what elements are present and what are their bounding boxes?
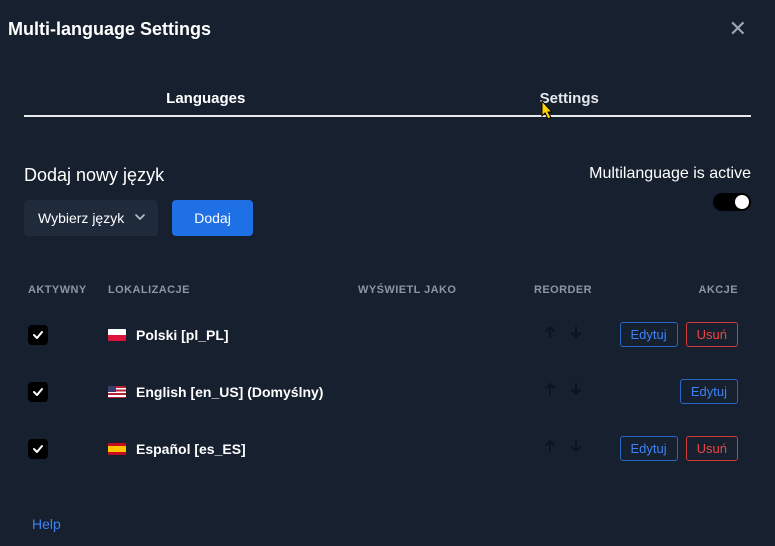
multilanguage-toggle[interactable] (713, 193, 751, 211)
toggle-knob (735, 195, 749, 209)
table-row: Español [es_ES] Edytuj Usuń (28, 420, 747, 477)
locale-label: Polski [pl_PL] (136, 327, 229, 343)
add-button[interactable]: Dodaj (172, 200, 253, 236)
active-checkbox[interactable] (28, 325, 48, 345)
move-down-button[interactable] (567, 380, 585, 403)
arrow-down-icon (569, 382, 583, 396)
move-up-button[interactable] (541, 380, 559, 403)
page-title: Multi-language Settings (8, 19, 211, 40)
close-button[interactable]: ✕ (725, 18, 751, 40)
edit-button[interactable]: Edytuj (620, 322, 678, 347)
arrow-up-icon (543, 325, 557, 339)
locale-label: Español [es_ES] (136, 441, 246, 457)
edit-button[interactable]: Edytuj (680, 379, 738, 404)
col-active: AKTYWNY (28, 284, 108, 296)
locale-label: English [en_US] (Domyślny) (136, 384, 323, 400)
delete-button[interactable]: Usuń (686, 436, 738, 461)
arrow-down-icon (569, 325, 583, 339)
check-icon (32, 443, 44, 455)
table-row: Polski [pl_PL] Edytuj Usuń (28, 306, 747, 363)
arrow-down-icon (569, 439, 583, 453)
language-select[interactable]: Wybierz język (24, 200, 158, 236)
tab-settings[interactable]: Settings (388, 80, 752, 115)
languages-table: AKTYWNY LOKALIZACJE WYŚWIETL JAKO REORDE… (28, 284, 747, 477)
move-up-button[interactable] (541, 323, 559, 346)
status-section: Multilanguage is active (589, 165, 751, 211)
active-checkbox[interactable] (28, 382, 48, 402)
check-icon (32, 386, 44, 398)
move-down-button[interactable] (567, 437, 585, 460)
move-down-button[interactable] (567, 323, 585, 346)
status-label: Multilanguage is active (589, 165, 751, 183)
help-link[interactable]: Help (32, 516, 61, 532)
col-actions: AKCJE (618, 284, 738, 296)
flag-icon (108, 329, 126, 341)
flag-icon (108, 386, 126, 398)
col-locale: LOKALIZACJE (108, 284, 358, 296)
arrow-up-icon (543, 439, 557, 453)
add-language-section: Dodaj nowy język Wybierz język Dodaj (24, 165, 253, 236)
table-row: English [en_US] (Domyślny) Edytuj (28, 363, 747, 420)
add-language-heading: Dodaj nowy język (24, 165, 253, 186)
active-checkbox[interactable] (28, 439, 48, 459)
col-reorder: REORDER (508, 284, 618, 296)
close-icon: ✕ (729, 16, 747, 41)
delete-button[interactable]: Usuń (686, 322, 738, 347)
tabs: Languages Settings (24, 80, 751, 117)
tab-languages[interactable]: Languages (24, 80, 388, 115)
flag-icon (108, 443, 126, 455)
col-display-as: WYŚWIETL JAKO (358, 284, 508, 296)
arrow-up-icon (543, 382, 557, 396)
move-up-button[interactable] (541, 437, 559, 460)
check-icon (32, 329, 44, 341)
edit-button[interactable]: Edytuj (620, 436, 678, 461)
